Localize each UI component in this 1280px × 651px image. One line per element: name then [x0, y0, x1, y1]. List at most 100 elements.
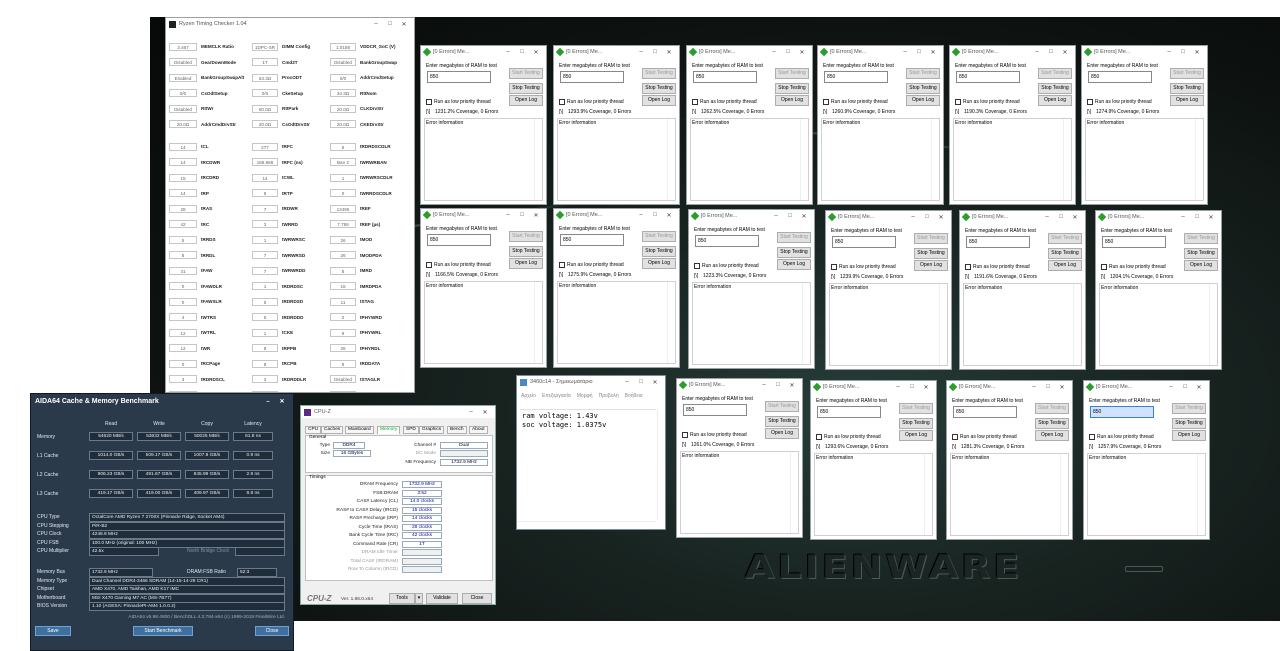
- close-button[interactable]: ✕: [795, 49, 809, 56]
- vertical-scrollbar[interactable]: [802, 283, 810, 364]
- minimize-button[interactable]: –: [369, 21, 383, 27]
- minimize-button[interactable]: –: [757, 382, 771, 388]
- minimize-button[interactable]: –: [1027, 384, 1041, 390]
- maximize-button[interactable]: □: [648, 49, 662, 55]
- stop-testing-button[interactable]: Stop Testing: [1038, 83, 1072, 94]
- tab-cpu[interactable]: CPU: [305, 426, 322, 434]
- maximize-button[interactable]: □: [634, 379, 648, 385]
- low-priority-checkbox[interactable]: [823, 99, 829, 105]
- memtest-titlebar[interactable]: [0 Errors] Me... – □ ✕: [554, 209, 679, 221]
- memtest-titlebar[interactable]: [0 Errors] Me... – □ ✕: [947, 381, 1072, 393]
- close-button[interactable]: ✕: [397, 21, 411, 28]
- megabytes-input[interactable]: 850: [560, 71, 624, 83]
- maximize-button[interactable]: □: [1176, 49, 1190, 55]
- stop-testing-button[interactable]: Stop Testing: [642, 83, 676, 94]
- close-button[interactable]: ✕: [1055, 384, 1069, 391]
- minimize-button[interactable]: –: [1164, 384, 1178, 390]
- minimize-button[interactable]: –: [620, 379, 634, 385]
- stop-testing-button[interactable]: Stop Testing: [777, 247, 811, 258]
- close-button[interactable]: ✕: [1190, 49, 1204, 56]
- minimize-button[interactable]: –: [634, 212, 648, 218]
- cpuz-titlebar[interactable]: CPU-Z – ✕: [301, 406, 495, 418]
- maximize-button[interactable]: □: [781, 49, 795, 55]
- open-log-button[interactable]: Open Log: [777, 259, 811, 270]
- vertical-scrollbar[interactable]: [1197, 454, 1205, 535]
- notepad-menu-3[interactable]: Προβολή: [599, 392, 619, 400]
- maximize-button[interactable]: □: [905, 384, 919, 390]
- close-button[interactable]: ✕: [648, 379, 662, 386]
- validate-button[interactable]: Validate: [426, 593, 458, 604]
- megabytes-input[interactable]: 850: [1090, 406, 1154, 418]
- vertical-scrollbar[interactable]: [1073, 284, 1081, 365]
- tab-bench[interactable]: Bench: [447, 426, 467, 434]
- minimize-button[interactable]: –: [634, 49, 648, 55]
- vertical-scrollbar[interactable]: [931, 119, 939, 200]
- stop-testing-button[interactable]: Stop Testing: [1035, 418, 1069, 429]
- tab-mainboard[interactable]: Mainboard: [345, 426, 374, 434]
- megabytes-input[interactable]: 850: [427, 71, 491, 83]
- close-button[interactable]: ✕: [529, 49, 543, 56]
- low-priority-checkbox[interactable]: [682, 432, 688, 438]
- low-priority-checkbox[interactable]: [426, 262, 432, 268]
- start-testing-button[interactable]: Start Testing: [642, 68, 676, 79]
- minimize-button[interactable]: –: [1030, 49, 1044, 55]
- maximize-button[interactable]: □: [1041, 384, 1055, 390]
- start-testing-button[interactable]: Start Testing: [899, 403, 933, 414]
- start-testing-button[interactable]: Start Testing: [509, 231, 543, 242]
- stop-testing-button[interactable]: Stop Testing: [914, 248, 948, 259]
- stop-testing-button[interactable]: Stop Testing: [775, 83, 809, 94]
- close-button[interactable]: ✕: [275, 398, 289, 405]
- vertical-scrollbar[interactable]: [939, 284, 947, 365]
- close-button[interactable]: ✕: [478, 409, 492, 416]
- low-priority-checkbox[interactable]: [1101, 264, 1107, 270]
- notepad-menu-4[interactable]: Βοήθεια: [625, 392, 643, 400]
- start-testing-button[interactable]: Start Testing: [509, 68, 543, 79]
- open-log-button[interactable]: Open Log: [509, 258, 543, 269]
- vertical-scrollbar[interactable]: [534, 119, 542, 200]
- open-log-button[interactable]: Open Log: [1035, 430, 1069, 441]
- stop-testing-button[interactable]: Stop Testing: [1048, 248, 1082, 259]
- stop-testing-button[interactable]: Stop Testing: [509, 83, 543, 94]
- maximize-button[interactable]: □: [771, 382, 785, 388]
- open-log-button[interactable]: Open Log: [1170, 95, 1204, 106]
- maximize-button[interactable]: □: [1178, 384, 1192, 390]
- notepad-menu-0[interactable]: Αρχείο: [521, 392, 536, 400]
- low-priority-checkbox[interactable]: [965, 264, 971, 270]
- tab-graphics[interactable]: Graphics: [419, 426, 445, 434]
- notepad-menu-2[interactable]: Μορφή: [577, 392, 593, 400]
- close-button[interactable]: ✕: [785, 382, 799, 389]
- close-button[interactable]: ✕: [797, 213, 811, 220]
- megabytes-input[interactable]: 850: [956, 71, 1020, 83]
- maximize-button[interactable]: □: [515, 212, 529, 218]
- tools-dropdown-button[interactable]: ▾: [415, 593, 423, 604]
- low-priority-checkbox[interactable]: [692, 99, 698, 105]
- memtest-titlebar[interactable]: [0 Errors] Me... – □ ✕: [687, 46, 812, 58]
- minimize-button[interactable]: –: [906, 214, 920, 220]
- open-log-button[interactable]: Open Log: [906, 95, 940, 106]
- start-testing-button[interactable]: Start Testing: [1170, 68, 1204, 79]
- close-button[interactable]: Close: [255, 626, 289, 636]
- minimize-button[interactable]: –: [767, 49, 781, 55]
- memtest-titlebar[interactable]: [0 Errors] Me... – □ ✕: [950, 46, 1075, 58]
- maximize-button[interactable]: □: [1054, 214, 1068, 220]
- open-log-button[interactable]: Open Log: [1184, 260, 1218, 271]
- minimize-button[interactable]: –: [769, 213, 783, 219]
- notepad-text-area[interactable]: ram voltage: 1.43v soc voltage: 1.0375v: [520, 409, 656, 520]
- low-priority-checkbox[interactable]: [1089, 434, 1095, 440]
- close-button[interactable]: ✕: [529, 212, 543, 219]
- start-testing-button[interactable]: Start Testing: [1038, 68, 1072, 79]
- minimize-button[interactable]: –: [261, 399, 275, 405]
- megabytes-input[interactable]: 850: [683, 404, 747, 416]
- memtest-titlebar[interactable]: [0 Errors] Me... – □ ✕: [689, 210, 814, 222]
- megabytes-input[interactable]: 850: [966, 236, 1030, 248]
- vertical-scrollbar[interactable]: [1209, 284, 1217, 365]
- stop-testing-button[interactable]: Stop Testing: [1170, 83, 1204, 94]
- close-button[interactable]: ✕: [926, 49, 940, 56]
- start-testing-button[interactable]: Start Testing: [777, 232, 811, 243]
- start-testing-button[interactable]: Start Testing: [1172, 403, 1206, 414]
- stop-testing-button[interactable]: Stop Testing: [906, 83, 940, 94]
- open-log-button[interactable]: Open Log: [775, 95, 809, 106]
- megabytes-input[interactable]: 850: [953, 406, 1017, 418]
- maximize-button[interactable]: □: [515, 49, 529, 55]
- megabytes-input[interactable]: 850: [695, 235, 759, 247]
